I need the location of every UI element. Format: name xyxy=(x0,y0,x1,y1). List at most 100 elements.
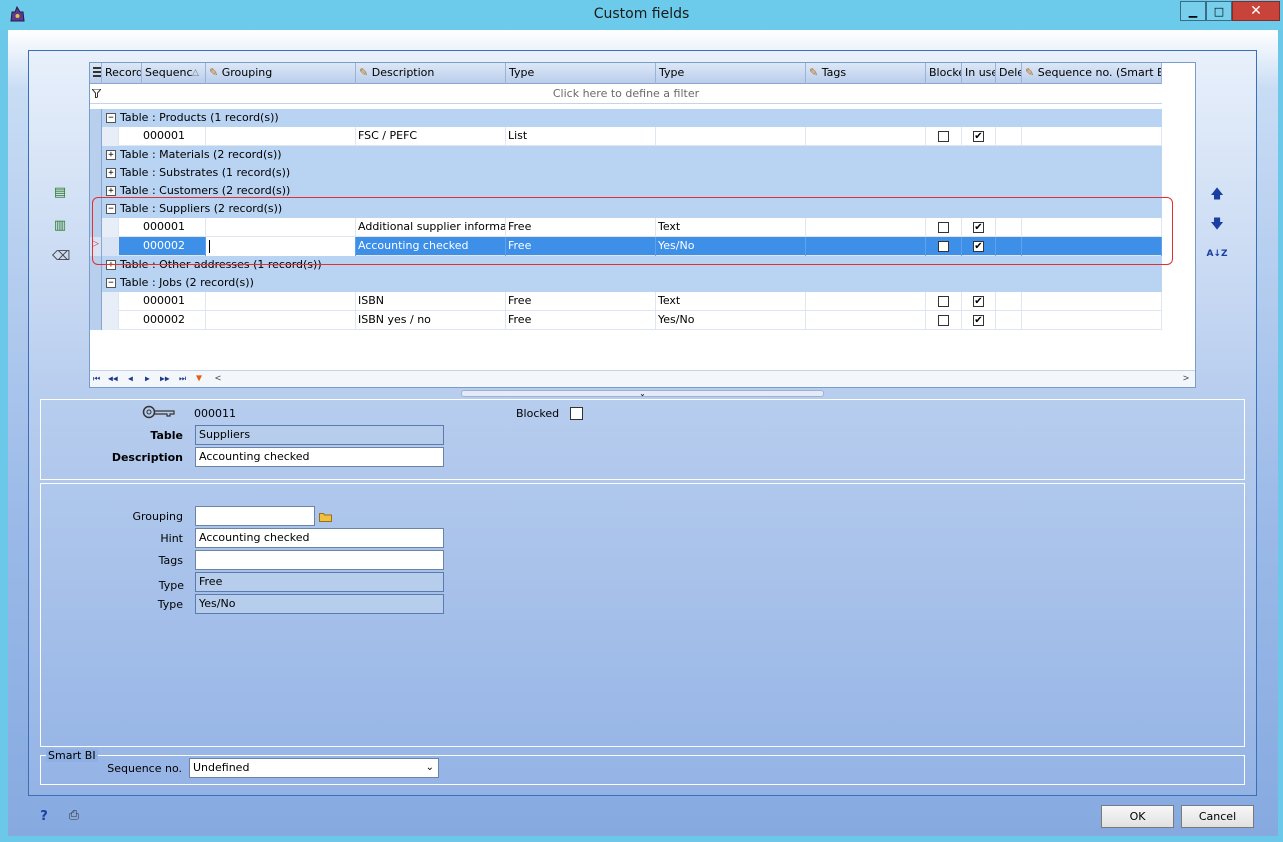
row-selector[interactable] xyxy=(90,292,102,311)
cell-grouping[interactable] xyxy=(206,292,356,311)
last-record-button[interactable]: ⏭ xyxy=(179,373,186,385)
maximize-button[interactable]: □ xyxy=(1206,1,1232,21)
cell-sequence-smart-bi[interactable] xyxy=(1022,127,1162,146)
sequence-no-select[interactable]: Undefined ⌄ xyxy=(189,758,439,778)
column-grouping[interactable]: ✎ Grouping xyxy=(206,63,356,84)
cell-sequence-smart-bi[interactable] xyxy=(1022,292,1162,311)
column-deleted[interactable]: Dele xyxy=(996,63,1022,84)
row-selector[interactable] xyxy=(90,274,102,293)
row-selector[interactable] xyxy=(90,109,102,128)
hint-field[interactable]: Accounting checked xyxy=(195,528,444,548)
collapse-icon[interactable]: − xyxy=(106,113,116,123)
in-use-checkbox[interactable]: ✔ xyxy=(973,131,984,142)
grouping-field[interactable] xyxy=(195,506,315,526)
table-row[interactable]: 000001 ISBN Free Text ✔ xyxy=(90,292,1162,311)
group-row-materials[interactable]: + Table : Materials (2 record(s)) xyxy=(90,146,1162,165)
table-row[interactable]: 000001 FSC / PEFC List ✔ xyxy=(90,127,1162,146)
cell-description[interactable]: ISBN xyxy=(356,292,506,311)
minimize-button[interactable]: ▁ xyxy=(1180,1,1206,21)
folder-icon[interactable] xyxy=(319,512,332,522)
cell-type-2[interactable]: Yes/No xyxy=(656,311,806,330)
cell-tags[interactable] xyxy=(806,292,926,311)
cell-sequence[interactable]: 000002 xyxy=(119,311,206,330)
filter-icon xyxy=(92,89,101,98)
group-row-jobs[interactable]: − Table : Jobs (2 record(s)) xyxy=(90,274,1162,293)
group-label: Table : Products (1 record(s)) xyxy=(120,111,279,124)
column-type[interactable]: Type xyxy=(506,63,656,84)
next-record-button[interactable]: ▶ xyxy=(145,373,150,385)
first-record-button[interactable]: ⏮ xyxy=(93,373,100,385)
filter-button[interactable]: ▼ xyxy=(196,373,202,385)
row-selector[interactable] xyxy=(90,146,102,165)
column-chooser-button[interactable] xyxy=(90,63,102,84)
move-down-icon[interactable]: 🡇 xyxy=(1209,218,1225,232)
cell-deleted[interactable] xyxy=(996,292,1022,311)
cancel-button[interactable]: Cancel xyxy=(1181,805,1254,828)
row-selector[interactable] xyxy=(90,164,102,183)
column-in-use[interactable]: In use xyxy=(962,63,996,84)
cell-deleted[interactable] xyxy=(996,127,1022,146)
column-description[interactable]: ✎ Description xyxy=(356,63,506,84)
copy-record-icon[interactable]: ▥ xyxy=(52,219,68,233)
help-icon[interactable]: ? xyxy=(36,810,52,824)
blocked-checkbox[interactable] xyxy=(938,131,949,142)
type-field[interactable]: Free xyxy=(195,572,444,592)
table-row[interactable]: 000002 ISBN yes / no Free Yes/No ✔ xyxy=(90,311,1162,330)
cell-sequence-smart-bi[interactable] xyxy=(1022,311,1162,330)
blocked-checkbox[interactable] xyxy=(938,296,949,307)
row-selector[interactable] xyxy=(90,311,102,330)
previous-record-button[interactable]: ◀ xyxy=(128,373,133,385)
cell-type[interactable]: List xyxy=(506,127,656,146)
ok-button[interactable]: OK xyxy=(1101,805,1174,828)
cell-description[interactable]: FSC / PEFC xyxy=(356,127,506,146)
table-field[interactable]: Suppliers xyxy=(195,425,444,445)
expand-icon[interactable]: + xyxy=(106,168,116,178)
tags-field[interactable] xyxy=(195,550,444,570)
blocked-checkbox[interactable] xyxy=(570,407,583,420)
cell-type-2[interactable]: Text xyxy=(656,292,806,311)
cell-deleted[interactable] xyxy=(996,311,1022,330)
collapse-icon[interactable]: − xyxy=(106,278,116,288)
column-sequence[interactable]: Sequenc △ xyxy=(142,63,206,84)
filter-row[interactable]: Click here to define a filter xyxy=(90,84,1162,104)
cell-description[interactable]: ISBN yes / no xyxy=(356,311,506,330)
row-selector[interactable] xyxy=(90,127,102,146)
close-button[interactable]: ✕ xyxy=(1232,1,1280,21)
eraser-icon[interactable]: ⌫ xyxy=(52,250,70,264)
sort-icon[interactable]: A↓Z xyxy=(1206,247,1228,261)
expand-icon[interactable]: + xyxy=(106,150,116,160)
group-label: Table : Customers (2 record(s)) xyxy=(120,184,291,197)
column-record[interactable]: Record xyxy=(102,63,142,84)
in-use-checkbox[interactable]: ✔ xyxy=(973,296,984,307)
column-type-2[interactable]: Type xyxy=(656,63,806,84)
record-id: 000011 xyxy=(194,407,236,420)
cell-type[interactable]: Free xyxy=(506,311,656,330)
next-page-button[interactable]: ▶▶ xyxy=(160,373,170,385)
scroll-left-button[interactable]: < xyxy=(215,373,221,385)
cell-grouping[interactable] xyxy=(206,311,356,330)
group-label: Table : Substrates (1 record(s)) xyxy=(120,166,291,179)
splitter-handle[interactable]: ⌄ xyxy=(461,390,824,398)
in-use-checkbox[interactable]: ✔ xyxy=(973,315,984,326)
description-field[interactable]: Accounting checked xyxy=(195,447,444,467)
scroll-right-button[interactable]: > xyxy=(1183,373,1189,385)
previous-page-button[interactable]: ◀◀ xyxy=(108,373,118,385)
move-up-icon[interactable]: 🡅 xyxy=(1209,188,1225,202)
blocked-checkbox[interactable] xyxy=(938,315,949,326)
group-row-substrates[interactable]: + Table : Substrates (1 record(s)) xyxy=(90,164,1162,183)
add-record-icon[interactable]: ▤ xyxy=(52,186,68,200)
cell-tags[interactable] xyxy=(806,311,926,330)
cell-tags[interactable] xyxy=(806,127,926,146)
group-row-products[interactable]: − Table : Products (1 record(s)) xyxy=(90,109,1162,128)
expand-icon[interactable]: + xyxy=(106,186,116,196)
print-icon[interactable]: ⎙ xyxy=(66,809,82,823)
cell-sequence[interactable]: 000001 xyxy=(119,127,206,146)
cell-type[interactable]: Free xyxy=(506,292,656,311)
cell-grouping[interactable] xyxy=(206,127,356,146)
type-2-field[interactable]: Yes/No xyxy=(195,594,444,614)
cell-sequence[interactable]: 000001 xyxy=(119,292,206,311)
column-blocked[interactable]: Blocke xyxy=(926,63,962,84)
cell-type-2[interactable] xyxy=(656,127,806,146)
column-sequence-smart-bi[interactable]: ✎ Sequence no. (Smart BI) xyxy=(1022,63,1162,84)
column-tags[interactable]: ✎ Tags xyxy=(806,63,926,84)
